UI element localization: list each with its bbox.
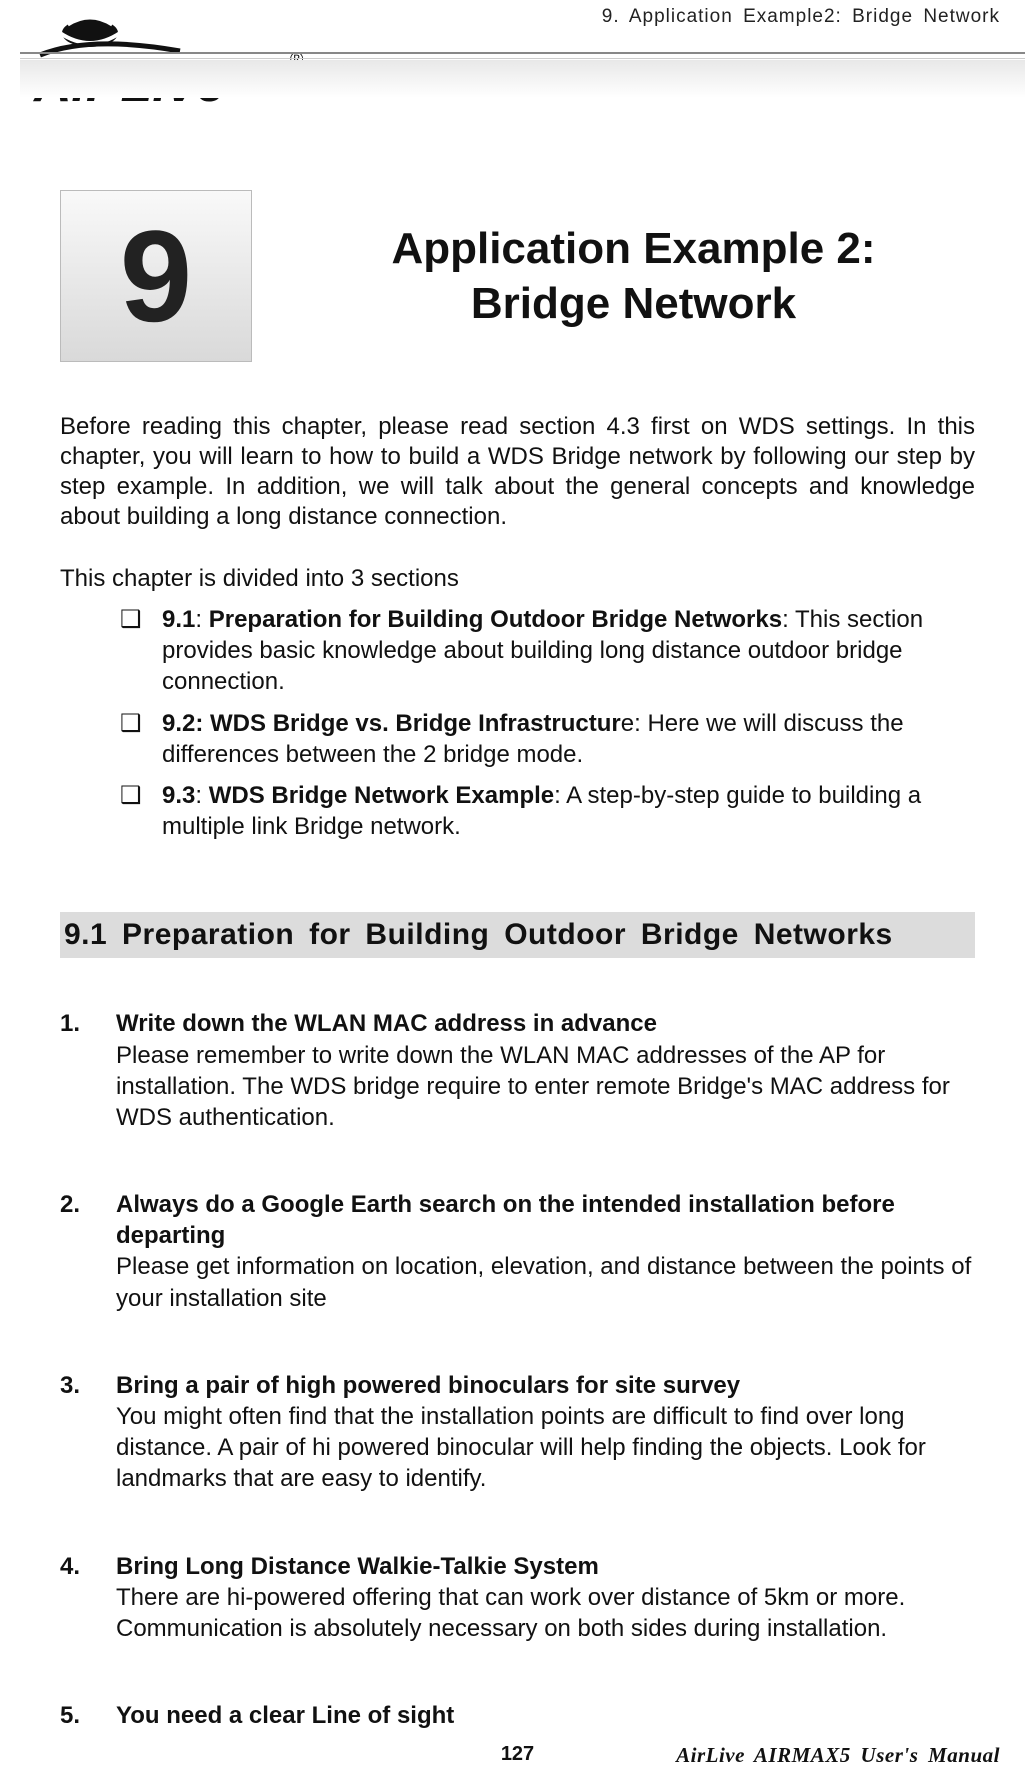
item-number: 1. [60,1008,96,1133]
footer-manual-title: AirLive AIRMAX5 User's Manual [676,1743,1000,1768]
running-header-title: 9. Application Example2: Bridge Network [602,6,1000,28]
list-item: 3. Bring a pair of high powered binocula… [60,1370,975,1495]
item-title: Bring Long Distance Walkie-Talkie System [116,1553,599,1580]
preparation-numbered-list: 1. Write down the WLAN MAC address in ad… [60,1008,975,1731]
page: Air Live ® 9. Application Example2: Brid… [0,0,1035,1761]
item-body: Always do a Google Earth search on the i… [116,1189,975,1314]
chapter-outline: ❑ 9.1: Preparation for Building Outdoor … [60,604,975,842]
item-body: You need a clear Line of sight [116,1700,975,1731]
subintro-paragraph: This chapter is divided into 3 sections [60,564,975,594]
checkbox-icon: ❑ [120,780,144,842]
list-item: 5. You need a clear Line of sight [60,1700,975,1731]
item-title: You need a clear Line of sight [116,1702,454,1729]
chapter-number-box: 9 [60,190,252,362]
section-9-1-heading: 9.1 Preparation for Building Outdoor Bri… [60,912,975,958]
outline-item-text: 9.2: WDS Bridge vs. Bridge Infrastructur… [162,708,975,770]
header-divider [20,52,1025,59]
outline-item-9-2: ❑ 9.2: WDS Bridge vs. Bridge Infrastruct… [120,708,975,770]
page-number: 127 [501,1743,534,1766]
chapter-title-line2: Bridge Network [292,276,975,331]
checkbox-icon: ❑ [120,604,144,698]
item-body: Write down the WLAN MAC address in advan… [116,1008,975,1133]
item-body: Bring Long Distance Walkie-Talkie System… [116,1551,975,1645]
checkbox-icon: ❑ [120,708,144,770]
outline-item-9-3: ❑ 9.3: WDS Bridge Network Example: A ste… [120,780,975,842]
item-body: Bring a pair of high powered binoculars … [116,1370,975,1495]
item-number: 3. [60,1370,96,1495]
item-desc: Please get information on location, elev… [116,1253,971,1311]
item-desc: Please remember to write down the WLAN M… [116,1042,950,1131]
header-gradient [20,60,1025,98]
item-title: Bring a pair of high powered binoculars … [116,1372,740,1399]
list-item: 2. Always do a Google Earth search on th… [60,1189,975,1314]
list-item: 1. Write down the WLAN MAC address in ad… [60,1008,975,1133]
chapter-number: 9 [120,201,192,351]
outline-item-text: 9.3: WDS Bridge Network Example: A step-… [162,780,975,842]
chapter-heading-row: 9 Application Example 2: Bridge Network [60,190,975,362]
item-desc: You might often find that the installati… [116,1403,926,1492]
outline-item-9-1: ❑ 9.1: Preparation for Building Outdoor … [120,604,975,698]
page-header: Air Live ® 9. Application Example2: Brid… [60,0,975,140]
item-number: 2. [60,1189,96,1314]
list-item: 4. Bring Long Distance Walkie-Talkie Sys… [60,1551,975,1645]
outline-item-text: 9.1: Preparation for Building Outdoor Br… [162,604,975,698]
item-number: 5. [60,1700,96,1731]
item-number: 4. [60,1551,96,1645]
chapter-title: Application Example 2: Bridge Network [292,221,975,331]
intro-paragraph: Before reading this chapter, please read… [60,412,975,532]
item-title: Write down the WLAN MAC address in advan… [116,1010,657,1037]
item-desc: There are hi-powered offering that can w… [116,1584,905,1642]
chapter-title-line1: Application Example 2: [292,221,975,276]
item-title: Always do a Google Earth search on the i… [116,1191,895,1249]
